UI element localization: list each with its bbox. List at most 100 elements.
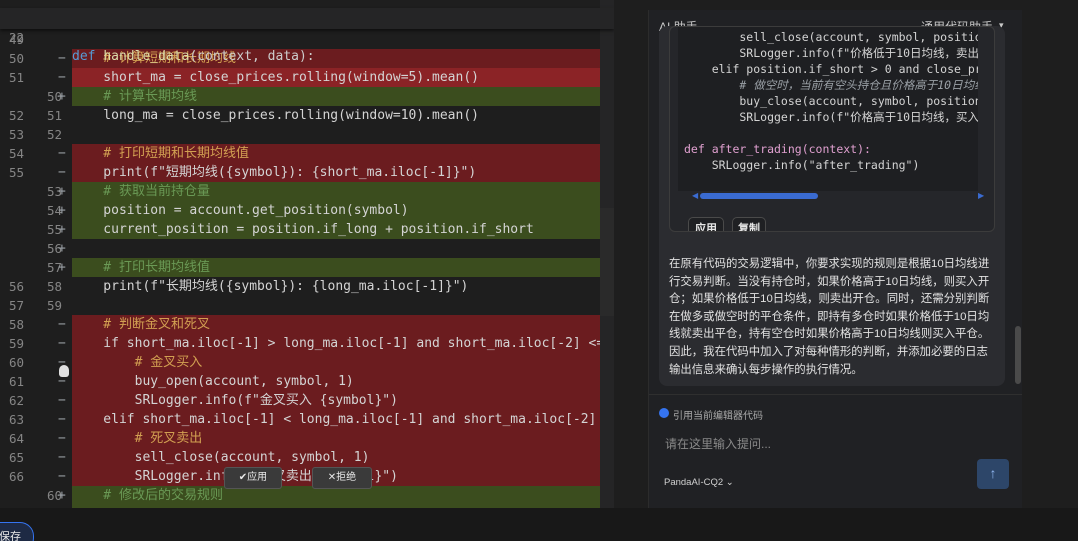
diff-sign: + [58, 260, 66, 275]
diff-sign: + [58, 488, 66, 503]
diff-line[interactable]: 61− buy_open(account, symbol, 1) [0, 372, 614, 391]
diff-sign: + [58, 184, 66, 199]
window-edge [1022, 0, 1078, 508]
new-line-number: 51 [46, 108, 62, 123]
chat-scrollbar[interactable] [1015, 326, 1021, 384]
code-text: if short_ma.iloc[-1] > long_ma.iloc[-1] … [72, 334, 614, 353]
snippet-line: def after_trading(context): [684, 142, 871, 156]
snippet-line: SRLogger.info(f"价格高于10日均线，买入平 [684, 110, 978, 124]
old-line-number: 53 [8, 127, 24, 142]
old-line-number: 57 [8, 298, 24, 313]
diff-sign: − [58, 146, 66, 161]
old-line-number: 56 [8, 279, 24, 294]
panel-gutter [614, 0, 648, 508]
diff-line[interactable]: 50 + # 计算长期均线 [0, 87, 614, 106]
diff-line[interactable]: 64 − # 死叉卖出 [0, 429, 614, 448]
snippet-line: elif position.if_short > 0 and close_pri… [684, 62, 978, 76]
code-text: print(f"长期均线({symbol}): {long_ma.iloc[-1… [72, 279, 469, 294]
reference-editor-checkbox[interactable] [659, 408, 669, 418]
line-number: 22 [8, 30, 24, 45]
code-text: long_ma = close_prices.rolling(window=10… [72, 108, 479, 123]
prompt-input[interactable] [665, 434, 965, 454]
diff-line[interactable]: 60− # 金叉买入 [0, 353, 614, 372]
diff-line[interactable]: 60 + # 修改后的交易规则 [0, 486, 614, 505]
old-line-number: 64 [8, 431, 24, 446]
diff-line[interactable]: 58 − # 判断金叉和死叉 [0, 315, 614, 334]
code-text: # 计算长期均线 [72, 87, 614, 106]
model-name: PandaAI-CQ2 [664, 477, 724, 488]
scroll-thumb[interactable] [700, 193, 818, 199]
diff-sign: − [58, 70, 66, 85]
diff-line[interactable]: 66− SRLogger.info(f"死叉卖出 {symbol}") [0, 467, 614, 486]
diff-line[interactable]: 56 58 print(f"长期均线({symbol}): {long_ma.il… [0, 277, 614, 296]
sticky-code: def handle_data(context, data): [72, 49, 315, 64]
arrow-up-icon: ↑ [989, 465, 997, 481]
reference-editor-label: 引用当前编辑器代码 [673, 411, 763, 422]
code-snippet-card: sell_close(account, symbol, position.if … [669, 26, 995, 232]
new-line-number: 58 [46, 279, 62, 294]
diff-line[interactable]: 53 52 [0, 125, 614, 144]
diff-line[interactable]: 65 − sell_close(account, symbol, 1) [0, 448, 614, 467]
diff-sign: − [58, 336, 66, 351]
code-text: # 判断金叉和死叉 [72, 315, 614, 334]
snippet-line: SRLogger.info("after_trading") [684, 158, 920, 172]
old-line-number: 60 [8, 355, 24, 370]
diff-line[interactable]: 54 + position = account.get_position(symb… [0, 201, 614, 220]
snippet-line: # 做空时，当前有空头持仓且价格高于10日均线 [684, 78, 978, 92]
code-text: # 获取当前持仓量 [72, 182, 614, 201]
code-editor[interactable]: 22 def handle_data(context, data): 49 50−… [0, 0, 614, 508]
diff-sign: + [58, 89, 66, 104]
diff-line[interactable]: 55 + current_position = position.if_long … [0, 220, 614, 239]
chevron-down-icon[interactable]: ⌄ [726, 477, 734, 488]
code-text: SRLogger.info(f"金叉买入 {symbol}") [72, 391, 614, 410]
apply-code-button[interactable]: 应用 [688, 217, 724, 231]
status-bar [0, 508, 1078, 541]
chat-response-card: sell_close(account, symbol, position.if … [659, 26, 1005, 386]
diff-sign: − [58, 469, 66, 484]
diff-sign: + [58, 222, 66, 237]
diff-line[interactable]: 62 − SRLogger.info(f"金叉买入 {symbol}") [0, 391, 614, 410]
new-line-number: 59 [46, 298, 62, 313]
snippet-line: sell_close(account, symbol, position.if [684, 30, 978, 44]
diff-line[interactable]: 51− short_ma = close_prices.rolling(wind… [0, 68, 614, 87]
code-horizontal-scrollbar[interactable]: ◀ ▶ [692, 191, 986, 200]
old-line-number: 61 [8, 374, 24, 389]
code-snippet[interactable]: sell_close(account, symbol, position.if … [678, 27, 978, 191]
send-button[interactable]: ↑ [977, 459, 1009, 489]
code-text: # 金叉买入 [72, 353, 614, 372]
save-button[interactable]: 保存 [0, 522, 34, 541]
ai-assistant-panel: AI 助手 通用代码助手 ▾ sell_close(account, symbo… [648, 10, 1023, 508]
diff-line[interactable]: 59 − if short_ma.iloc[-1] > long_ma.iloc[… [0, 334, 614, 353]
diff-line[interactable]: 52 51 long_ma = close_prices.rolling(wind… [0, 106, 614, 125]
diff-line[interactable]: 56 + [0, 239, 614, 258]
reject-diff-button[interactable]: ✕拒绝 [312, 467, 372, 489]
new-line-number: 52 [46, 127, 62, 142]
diff-line[interactable]: 54 − # 打印短期和长期均线值 [0, 144, 614, 163]
diff-line[interactable]: 57 + # 打印长期均线值 [0, 258, 614, 277]
scroll-right-icon[interactable]: ▶ [978, 191, 984, 200]
lightbulb-icon[interactable] [59, 365, 69, 377]
scroll-left-icon[interactable]: ◀ [692, 191, 698, 200]
copy-code-button[interactable]: 复制 [732, 217, 766, 231]
diff-sign: − [58, 431, 66, 446]
diff-line[interactable]: 63 − elif short_ma.iloc[-1] < long_ma.ilo… [0, 410, 614, 429]
code-text: current_position = position.if_long + po… [72, 220, 614, 239]
diff-line[interactable]: 55 − print(f"短期均线({symbol}): {short_ma.il… [0, 163, 614, 182]
old-line-number: 55 [8, 165, 24, 180]
diff-sign: − [58, 51, 66, 66]
code-text: # 死叉卖出 [72, 429, 614, 448]
old-line-number: 65 [8, 450, 24, 465]
diff-line[interactable]: 53 + # 获取当前持仓量 [0, 182, 614, 201]
divider [649, 394, 1023, 395]
model-select[interactable]: PandaAI-CQ2 ⌄ [664, 477, 734, 488]
old-line-number: 62 [8, 393, 24, 408]
diff-sign: − [58, 393, 66, 408]
old-line-number: 52 [8, 108, 24, 123]
diff-line[interactable]: 57 59 [0, 296, 614, 315]
old-line-number: 63 [8, 412, 24, 427]
old-line-number: 58 [8, 317, 24, 332]
code-text: sell_close(account, symbol, 1) [72, 448, 614, 467]
accept-diff-button[interactable]: ✔应用 [224, 467, 282, 489]
code-text: short_ma = close_prices.rolling(window=5… [72, 68, 614, 87]
sticky-scroll-header[interactable]: 22 def handle_data(context, data): [0, 8, 614, 64]
